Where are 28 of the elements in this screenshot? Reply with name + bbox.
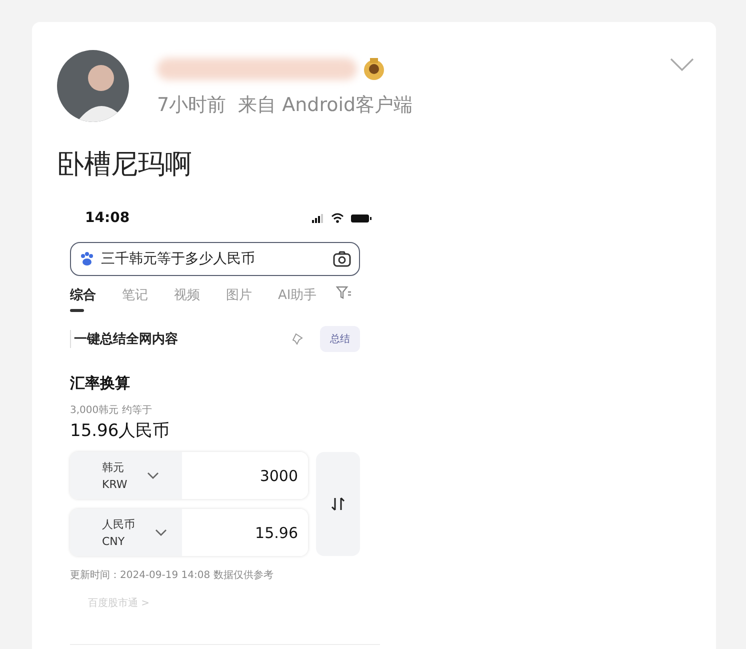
status-time: 14:08: [85, 210, 130, 226]
post-time: 7小时前: [157, 93, 226, 118]
summary-prompt: 一键总结全网内容: [70, 330, 292, 348]
signal-icon: [312, 213, 324, 223]
swap-icon: [331, 497, 345, 511]
battery-icon: [351, 214, 372, 222]
chevron-down-icon[interactable]: [670, 58, 694, 72]
wifi-icon: [331, 213, 344, 223]
post-source: 来自 Android客户端: [238, 93, 413, 118]
section-title: 汇率换算: [70, 374, 131, 393]
summary-button[interactable]: 总结: [320, 326, 360, 352]
update-time: 更新时间：2024-09-19 14:08 数据仅供参考: [70, 568, 274, 582]
currency-select[interactable]: 人民币 CNY: [70, 509, 182, 556]
conversion-result: 15.96人民币: [70, 420, 171, 442]
post-text: 卧槽尼玛啊: [57, 148, 193, 182]
filter-icon[interactable]: [336, 286, 352, 300]
pin-icon[interactable]: [292, 333, 304, 345]
caret-icon: [155, 528, 167, 536]
camera-icon[interactable]: [333, 251, 351, 267]
caret-icon: [147, 472, 160, 480]
paw-icon: [79, 251, 95, 267]
amount-field[interactable]: 3000: [182, 452, 308, 499]
badge-icon: [361, 56, 387, 82]
conversion-caption: 3,000韩元 约等于: [70, 404, 153, 417]
search-field[interactable]: 三千韩元等于多少人民币: [70, 242, 360, 276]
tab[interactable]: 综合: [70, 286, 122, 312]
currency-select[interactable]: 韩元 KRW: [70, 452, 182, 499]
amount-field[interactable]: 15.96: [182, 509, 308, 556]
